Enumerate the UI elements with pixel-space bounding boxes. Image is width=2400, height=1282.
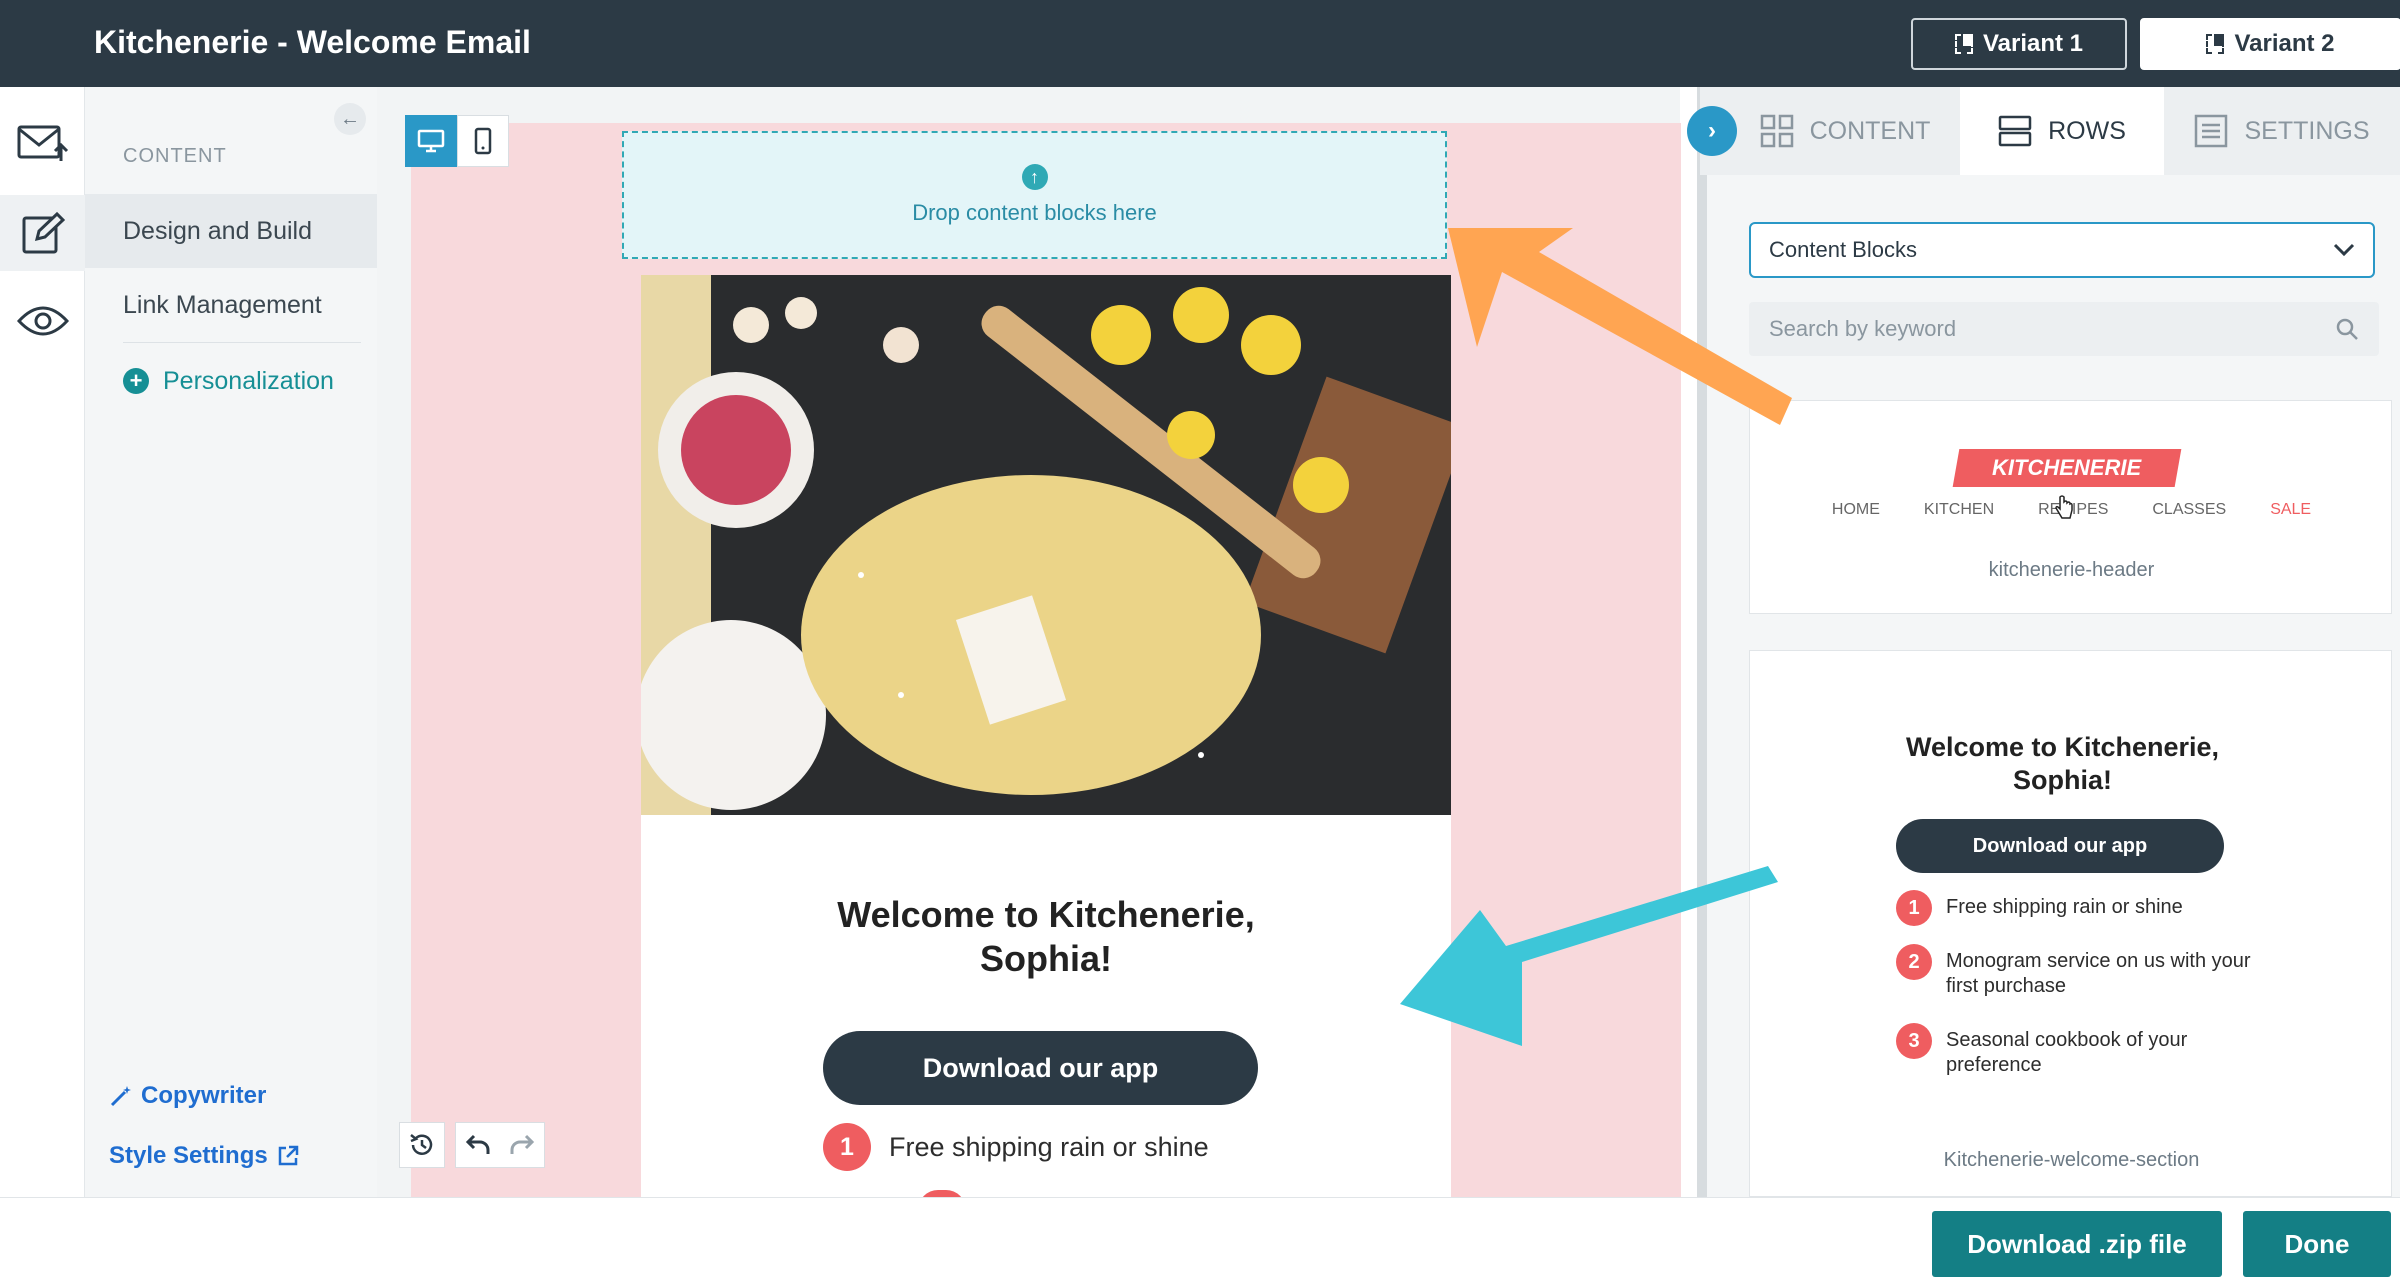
drop-zone[interactable]: ↑ Drop content blocks here bbox=[622, 131, 1447, 259]
nav-item-personalization[interactable]: + Personalization bbox=[85, 344, 377, 418]
variant-icon bbox=[1954, 34, 1973, 54]
block-card-label: kitchenerie-header bbox=[1988, 559, 2155, 581]
mobile-icon bbox=[474, 127, 492, 155]
logo-text: KITCHENERIE bbox=[1992, 455, 2142, 480]
email-send-icon[interactable] bbox=[0, 105, 85, 181]
nav-heading: CONTENT bbox=[123, 145, 227, 167]
mobile-view-button[interactable] bbox=[457, 115, 509, 167]
tab-label: ROWS bbox=[2048, 116, 2126, 145]
mini-download-button: Download our app bbox=[1896, 819, 2224, 873]
brand-nav-item: SALE bbox=[2270, 501, 2312, 518]
edit-icon[interactable] bbox=[0, 195, 85, 271]
settings-list-icon bbox=[2195, 114, 2228, 148]
desktop-icon bbox=[417, 129, 445, 153]
variant-1-button[interactable]: Variant 1 bbox=[1911, 18, 2127, 70]
plus-circle-icon: + bbox=[123, 368, 149, 394]
undo-icon[interactable] bbox=[465, 1133, 491, 1157]
nav-divider bbox=[123, 342, 361, 343]
mini-feature-text: Seasonal cookbook of your preference bbox=[1946, 1029, 2188, 1076]
variant-1-label: Variant 1 bbox=[1982, 30, 2084, 57]
mini-welcome-heading: Welcome to Kitchenerie, Sophia! bbox=[1750, 731, 2375, 797]
tab-rows[interactable]: ROWS bbox=[1960, 87, 2164, 175]
tab-settings[interactable]: SETTINGS bbox=[2164, 87, 2400, 175]
icon-rail bbox=[0, 87, 85, 1197]
preview-eye-icon[interactable] bbox=[0, 283, 85, 359]
device-toggle bbox=[405, 115, 509, 167]
download-app-button[interactable]: Download our app bbox=[823, 1031, 1258, 1105]
panel-toggle-chevron-icon[interactable]: › bbox=[1687, 106, 1737, 156]
external-link-icon bbox=[278, 1145, 298, 1166]
number-badge: 3 bbox=[1896, 1023, 1932, 1059]
content-sidenav: ← CONTENT Design and Build Link Manageme… bbox=[85, 87, 377, 1197]
email-canvas: ↑ Drop content blocks here Welcome to Ki… bbox=[377, 87, 1681, 1210]
upload-arrow-icon: ↑ bbox=[1021, 164, 1048, 190]
mini-feature-text: Monogram service on us with your first p… bbox=[1946, 950, 2251, 997]
copywriter-label: Copywriter bbox=[141, 1082, 267, 1109]
copywriter-link[interactable]: Copywriter bbox=[109, 1082, 266, 1110]
brand-logo: KITCHENERIE bbox=[1952, 449, 2182, 487]
style-settings-label: Style Settings bbox=[109, 1142, 268, 1169]
nav-item-label: Personalization bbox=[163, 366, 334, 395]
undo-redo-group bbox=[455, 1122, 545, 1168]
panel-divider bbox=[1697, 87, 1707, 1197]
history-toolbar bbox=[399, 1122, 545, 1168]
bottom-bar: Download .zip file Done bbox=[0, 1197, 2400, 1282]
hero-image[interactable] bbox=[641, 275, 1451, 815]
feature-text: Free shipping rain or shine bbox=[889, 1131, 1209, 1162]
brand-nav-item: CLASSES bbox=[2152, 501, 2227, 518]
tab-label: SETTINGS bbox=[2244, 116, 2370, 145]
welcome-heading-line1: Welcome to Kitchenerie, bbox=[837, 894, 1255, 935]
history-button[interactable] bbox=[399, 1122, 445, 1168]
chevron-down-icon bbox=[2333, 243, 2355, 257]
top-bar: Kitchenerie - Welcome Email Variant 1 Va… bbox=[0, 0, 2400, 87]
block-card-header[interactable]: KITCHENERIE HOME KITCHEN RECIPES CLASSES… bbox=[1749, 400, 2392, 614]
variant-2-label: Variant 2 bbox=[2234, 30, 2335, 57]
style-settings-link[interactable]: Style Settings bbox=[109, 1142, 300, 1170]
rows-icon bbox=[1998, 115, 2032, 147]
brand-nav-item: KITCHEN bbox=[1923, 501, 1995, 518]
magic-wand-icon bbox=[110, 1086, 131, 1107]
welcome-heading: Welcome to Kitchenerie, Sophia! bbox=[641, 893, 1451, 981]
nav-item-label: Design and Build bbox=[123, 216, 313, 245]
done-button[interactable]: Done bbox=[2243, 1211, 2391, 1277]
hand-cursor-icon bbox=[2055, 495, 2073, 519]
tab-label: CONTENT bbox=[1809, 116, 1931, 145]
history-icon bbox=[410, 1134, 433, 1155]
nav-item-link-management[interactable]: Link Management bbox=[85, 268, 377, 342]
number-badge: 1 bbox=[823, 1123, 871, 1171]
drop-zone-text: Drop content blocks here bbox=[912, 200, 1157, 225]
email-content[interactable]: Welcome to Kitchenerie, Sophia! Download… bbox=[641, 275, 1451, 1197]
variant-2-button[interactable]: Variant 2 bbox=[2140, 18, 2400, 70]
desktop-view-button[interactable] bbox=[405, 115, 457, 167]
panel-tabs: CONTENT ROWS SETTINGS bbox=[1700, 87, 2400, 175]
block-card-welcome[interactable]: Welcome to Kitchenerie, Sophia! Download… bbox=[1749, 650, 2392, 1197]
mini-heading-line2: Sophia! bbox=[2013, 765, 2112, 795]
mini-feature-text: Free shipping rain or shine bbox=[1946, 896, 2183, 918]
mini-feature-item: 2 Monogram service on us with your first… bbox=[1896, 944, 2256, 999]
number-badge: 2 bbox=[1896, 944, 1932, 980]
brand-nav-item: HOME bbox=[1831, 501, 1880, 518]
mini-feature-item: 3 Seasonal cookbook of your preference bbox=[1896, 1023, 2256, 1078]
nav-item-label: Link Management bbox=[123, 290, 322, 319]
tab-content[interactable]: CONTENT bbox=[1700, 87, 1960, 175]
search-field bbox=[1749, 302, 2379, 356]
collapse-arrow-icon[interactable]: ← bbox=[334, 103, 366, 135]
feature-item: 1 Free shipping rain or shine bbox=[823, 1123, 1209, 1171]
block-type-select[interactable]: Content Blocks bbox=[1749, 222, 2375, 278]
welcome-heading-line2: Sophia! bbox=[980, 938, 1112, 979]
redo-icon[interactable] bbox=[509, 1133, 535, 1157]
grid-icon bbox=[1760, 114, 1793, 148]
search-input[interactable] bbox=[1769, 316, 2309, 342]
download-zip-button[interactable]: Download .zip file bbox=[1932, 1211, 2222, 1277]
search-icon[interactable] bbox=[2335, 317, 2359, 341]
page-title: Kitchenerie - Welcome Email bbox=[94, 24, 531, 60]
mini-heading-line1: Welcome to Kitchenerie, bbox=[1905, 732, 2220, 762]
select-value: Content Blocks bbox=[1769, 237, 1917, 262]
nav-item-design-and-build[interactable]: Design and Build bbox=[85, 194, 377, 268]
variant-icon bbox=[2206, 34, 2225, 54]
block-card-label: Kitchenerie-welcome-section bbox=[1943, 1149, 2200, 1171]
number-badge: 1 bbox=[1896, 890, 1932, 926]
mini-feature-item: 1 Free shipping rain or shine bbox=[1896, 890, 2256, 926]
